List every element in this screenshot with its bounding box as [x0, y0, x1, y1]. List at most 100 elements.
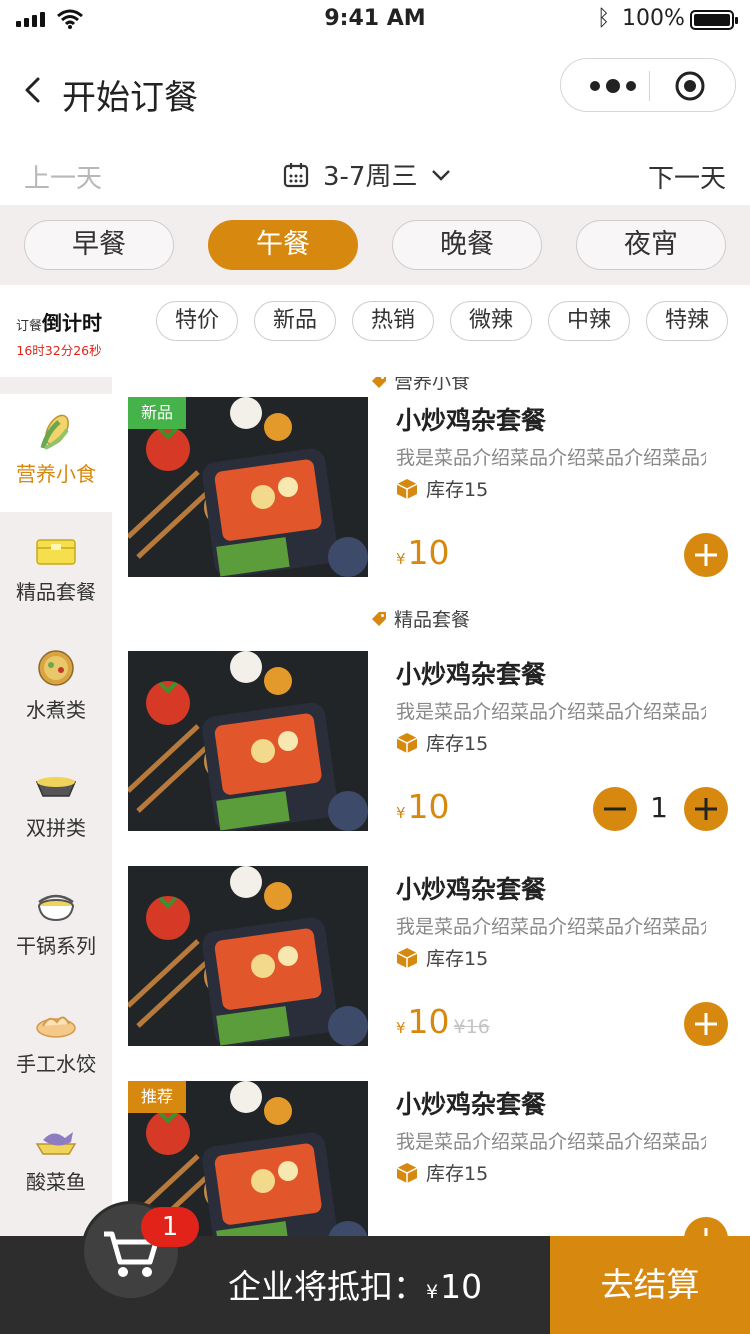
dish-price: ¥ 10 — [396, 787, 450, 826]
new-badge: 新品 — [128, 397, 186, 429]
sidebar-item-combo[interactable]: 双拼类 — [0, 748, 112, 866]
more-dots-icon[interactable] — [587, 77, 643, 95]
current-date: 3-7周三 — [323, 162, 418, 192]
add-button[interactable] — [684, 787, 728, 831]
combo-plate-icon — [35, 777, 77, 797]
tag-mild-spicy[interactable]: 微辣 — [450, 301, 532, 341]
dish-name: 小炒鸡杂套餐 — [396, 406, 547, 435]
currency-symbol: ¥ — [396, 804, 406, 822]
sidebar-item-label: 干锅系列 — [16, 934, 96, 958]
tag-hot-sale[interactable]: 热销 — [352, 301, 434, 341]
dish-stock: 库存15 — [396, 944, 488, 971]
tag-new[interactable]: 新品 — [254, 301, 336, 341]
battery-percent: 100% — [622, 6, 685, 31]
currency-symbol: ¥ — [396, 550, 406, 568]
filter-row: 订餐倒计时 16时32分26秒 特价 新品 热销 微辣 中辣 特辣 — [0, 285, 750, 377]
page-title: 开始订餐 — [62, 78, 198, 118]
sidebar-item-label: 营养小食 — [16, 462, 96, 486]
sidebar-item-label: 水煮类 — [26, 698, 86, 722]
calendar-icon — [283, 162, 309, 187]
section-title: 营养小食 — [394, 377, 471, 393]
next-day-button[interactable]: 下一天 — [648, 158, 726, 195]
countdown-small-label: 订餐 — [15, 319, 42, 334]
sidebar-item-label: 手工水饺 — [16, 1052, 96, 1076]
dish-card[interactable]: 小炒鸡杂套餐 我是菜品介绍菜品介绍菜品介绍菜品介绍 库存15 ¥ 10 ¥16 — [112, 866, 750, 1048]
miniapp-capsule — [560, 58, 736, 112]
deduction-label: 企业将抵扣： — [228, 1267, 426, 1306]
tab-dinner[interactable]: 晚餐 — [392, 220, 542, 270]
dish-image: 新品 — [128, 397, 368, 577]
sidebar-item-premium-set[interactable]: 精品套餐 — [0, 512, 112, 630]
checkout-button[interactable]: 去结算 — [550, 1236, 750, 1334]
stock-label: 库存15 — [426, 479, 489, 501]
dry-pot-icon — [38, 894, 74, 922]
dish-name: 小炒鸡杂套餐 — [396, 875, 547, 904]
dish-stock: 库存15 — [396, 1159, 488, 1186]
meal-tabs: 早餐 午餐 晚餐 夜宵 — [0, 205, 750, 285]
sidebar-item-dumplings[interactable]: 手工水饺 — [0, 984, 112, 1102]
sidebar-item-pickled-fish[interactable]: 酸菜鱼 — [0, 1102, 112, 1220]
tab-late-night[interactable]: 夜宵 — [576, 220, 726, 270]
sidebar-item-label: 精品套餐 — [16, 580, 96, 604]
recommend-badge: 推荐 — [128, 1081, 186, 1113]
order-countdown: 订餐倒计时 16时32分26秒 — [0, 307, 118, 359]
sidebar-item-boiled[interactable]: 水煮类 — [0, 630, 112, 748]
section-header-premium-set: 精品套餐 — [370, 605, 470, 632]
cart-count-badge: 1 — [141, 1207, 199, 1247]
sidebar-item-label: 双拼类 — [26, 816, 86, 840]
tag-extra-spicy[interactable]: 特辣 — [646, 301, 728, 341]
stock-label: 库存15 — [426, 1163, 489, 1185]
price-value: 10 — [407, 787, 450, 826]
tag-icon — [372, 611, 386, 626]
dish-image — [128, 651, 368, 831]
dish-description: 我是菜品介绍菜品介绍菜品介绍菜品介绍 — [396, 1131, 706, 1153]
close-miniapp-icon[interactable] — [675, 71, 705, 101]
box-icon — [396, 947, 418, 968]
add-button[interactable] — [684, 533, 728, 577]
plus-icon — [695, 798, 717, 820]
sidebar-item-snacks[interactable]: 营养小食 — [0, 394, 112, 512]
decrease-button[interactable] — [593, 787, 637, 831]
tab-lunch[interactable]: 午餐 — [208, 220, 358, 270]
tag-special-price[interactable]: 特价 — [156, 301, 238, 341]
dish-description: 我是菜品介绍菜品介绍菜品介绍菜品介绍 — [396, 701, 706, 723]
back-arrow-icon[interactable] — [20, 76, 48, 104]
section-title: 精品套餐 — [394, 609, 471, 631]
prev-day-button[interactable]: 上一天 — [24, 158, 102, 195]
enterprise-deduction: 企业将抵扣： ¥ 10 — [228, 1260, 482, 1308]
box-icon — [396, 732, 418, 753]
chevron-down-icon — [432, 169, 451, 181]
dish-card[interactable]: 新品 小炒鸡杂套餐 我是菜品介绍菜品介绍菜品介绍菜品介绍 库存15 ¥ 10 — [112, 397, 750, 579]
sidebar-item-label: 酸菜鱼 — [26, 1170, 86, 1194]
filter-tags: 特价 新品 热销 微辣 中辣 特辣 — [156, 301, 728, 341]
lunchbox-icon — [36, 539, 76, 565]
stock-label: 库存15 — [426, 948, 489, 970]
capsule-divider — [649, 71, 650, 101]
status-bar: 9:41 AM ᛒ 100% — [0, 0, 750, 40]
dish-price: ¥ 10 ¥16 — [396, 1002, 490, 1041]
box-icon — [396, 1162, 418, 1183]
quantity-value: 1 — [650, 791, 668, 824]
dish-stock: 库存15 — [396, 729, 488, 756]
deduction-amount: 10 — [440, 1267, 483, 1306]
dish-image — [128, 866, 368, 1046]
date-bar: 上一天 3-7周三 下一天 — [0, 140, 750, 204]
tag-icon — [372, 377, 386, 388]
plus-icon — [695, 1013, 717, 1035]
add-button[interactable] — [684, 1002, 728, 1046]
dish-card[interactable]: 小炒鸡杂套餐 我是菜品介绍菜品介绍菜品介绍菜品介绍 库存15 ¥ 10 1 — [112, 651, 750, 833]
date-picker[interactable]: 3-7周三 — [283, 156, 451, 193]
sidebar-item-dry-pot[interactable]: 干锅系列 — [0, 866, 112, 984]
bowl-icon — [38, 650, 74, 686]
plus-icon — [695, 544, 717, 566]
fish-icon — [35, 1132, 77, 1155]
tab-breakfast[interactable]: 早餐 — [24, 220, 174, 270]
battery-icon — [690, 10, 738, 30]
dish-price: ¥ 10 — [396, 533, 450, 572]
add-button[interactable] — [684, 1217, 728, 1237]
stock-label: 库存15 — [426, 733, 489, 755]
dish-name: 小炒鸡杂套餐 — [396, 660, 547, 689]
price-value: 10 — [407, 533, 450, 572]
dish-card[interactable]: 推荐 小炒鸡杂套餐 我是菜品介绍菜品介绍菜品介绍菜品介绍 库存15 — [112, 1081, 750, 1237]
tag-medium-spicy[interactable]: 中辣 — [548, 301, 630, 341]
